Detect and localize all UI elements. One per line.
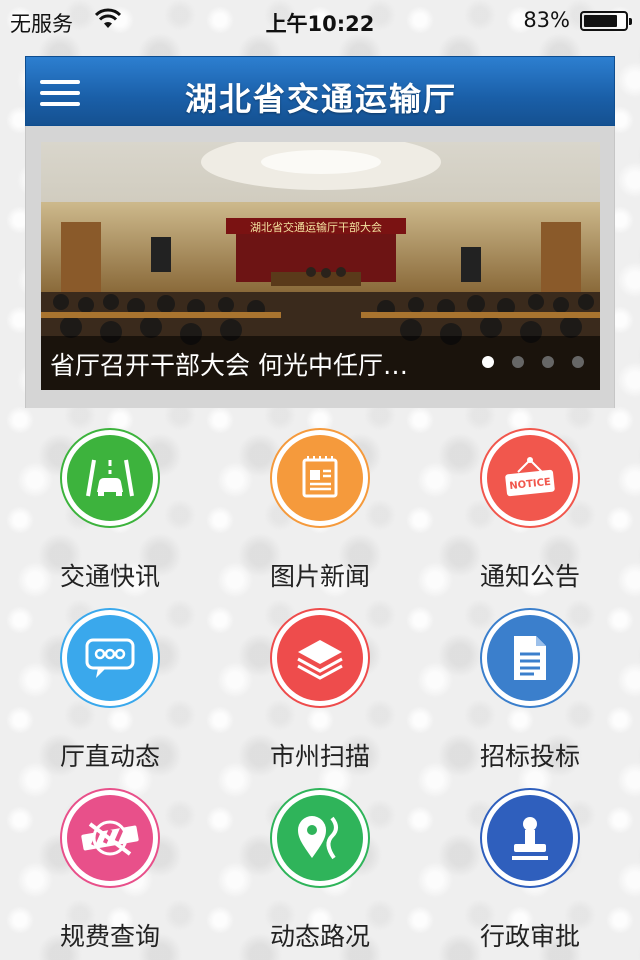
carousel-dot[interactable] [482, 356, 494, 368]
banner-carousel: 湖北省交通运输厅干部大会 省厅召开干部大会 何光中任厅… [25, 126, 615, 408]
icon-ring: NOTICE [480, 428, 580, 528]
app-header: 湖北省交通运输厅 [25, 56, 615, 126]
menu-tile[interactable]: 动态路况 [215, 785, 425, 955]
stamp-icon [487, 795, 573, 881]
menu-tile-label: 图片新闻 [269, 562, 370, 591]
map-pin-road-icon [277, 795, 363, 881]
menu-tile[interactable]: 行政审批 [425, 785, 635, 955]
menu-tile-label: 市州扫描 [269, 742, 370, 771]
page-title: 湖北省交通运输厅 [184, 80, 457, 118]
carousel-dot[interactable] [572, 356, 584, 368]
icon-ring [60, 788, 160, 888]
menu-tile[interactable]: 交通快讯 [5, 425, 215, 595]
notice-sign-icon: NOTICE [487, 435, 573, 521]
toll-barrier-icon [67, 795, 153, 881]
photo-sign-text: 湖北省交通运输厅干部大会 [250, 220, 382, 234]
icon-ring [270, 788, 370, 888]
icon-ring [60, 428, 160, 528]
icon-ring [270, 608, 370, 708]
icon-ring [480, 788, 580, 888]
chat-bubble-icon [67, 615, 153, 701]
menu-tile[interactable]: 规费查询 [5, 785, 215, 955]
menu-tile-label: 动态路况 [269, 922, 370, 951]
battery-fill [584, 15, 618, 27]
menu-tile[interactable]: 厅直动态 [5, 605, 215, 775]
newspaper-icon [277, 435, 363, 521]
icon-ring [270, 428, 370, 528]
menu-tile[interactable]: 图片新闻 [215, 425, 425, 595]
menu-tile[interactable]: 市州扫描 [215, 605, 425, 775]
icon-ring [60, 608, 160, 708]
menu-tile-label: 行政审批 [479, 922, 580, 951]
carousel-dot[interactable] [542, 356, 554, 368]
menu-tile-label: 交通快讯 [59, 562, 160, 591]
battery-icon [580, 11, 632, 31]
battery-percent: 83% [523, 8, 570, 32]
menu-tile-label: 通知公告 [479, 562, 580, 591]
layers-icon [277, 615, 363, 701]
menu-tile-label: 规费查询 [59, 922, 160, 951]
status-bar: 无服务 上午10:22 83% [0, 0, 640, 40]
menu-tile[interactable]: 招标投标 [425, 605, 635, 775]
banner-slide[interactable]: 湖北省交通运输厅干部大会 省厅召开干部大会 何光中任厅… [41, 142, 600, 390]
road-car-icon [67, 435, 153, 521]
document-icon [487, 615, 573, 701]
carousel-dot[interactable] [512, 356, 524, 368]
menu-tile-label: 招标投标 [479, 742, 580, 771]
menu-tile-label: 厅直动态 [59, 742, 160, 771]
menu-tile[interactable]: NOTICE 通知公告 [425, 425, 635, 595]
icon-ring [480, 608, 580, 708]
carousel-dots [464, 353, 584, 372]
